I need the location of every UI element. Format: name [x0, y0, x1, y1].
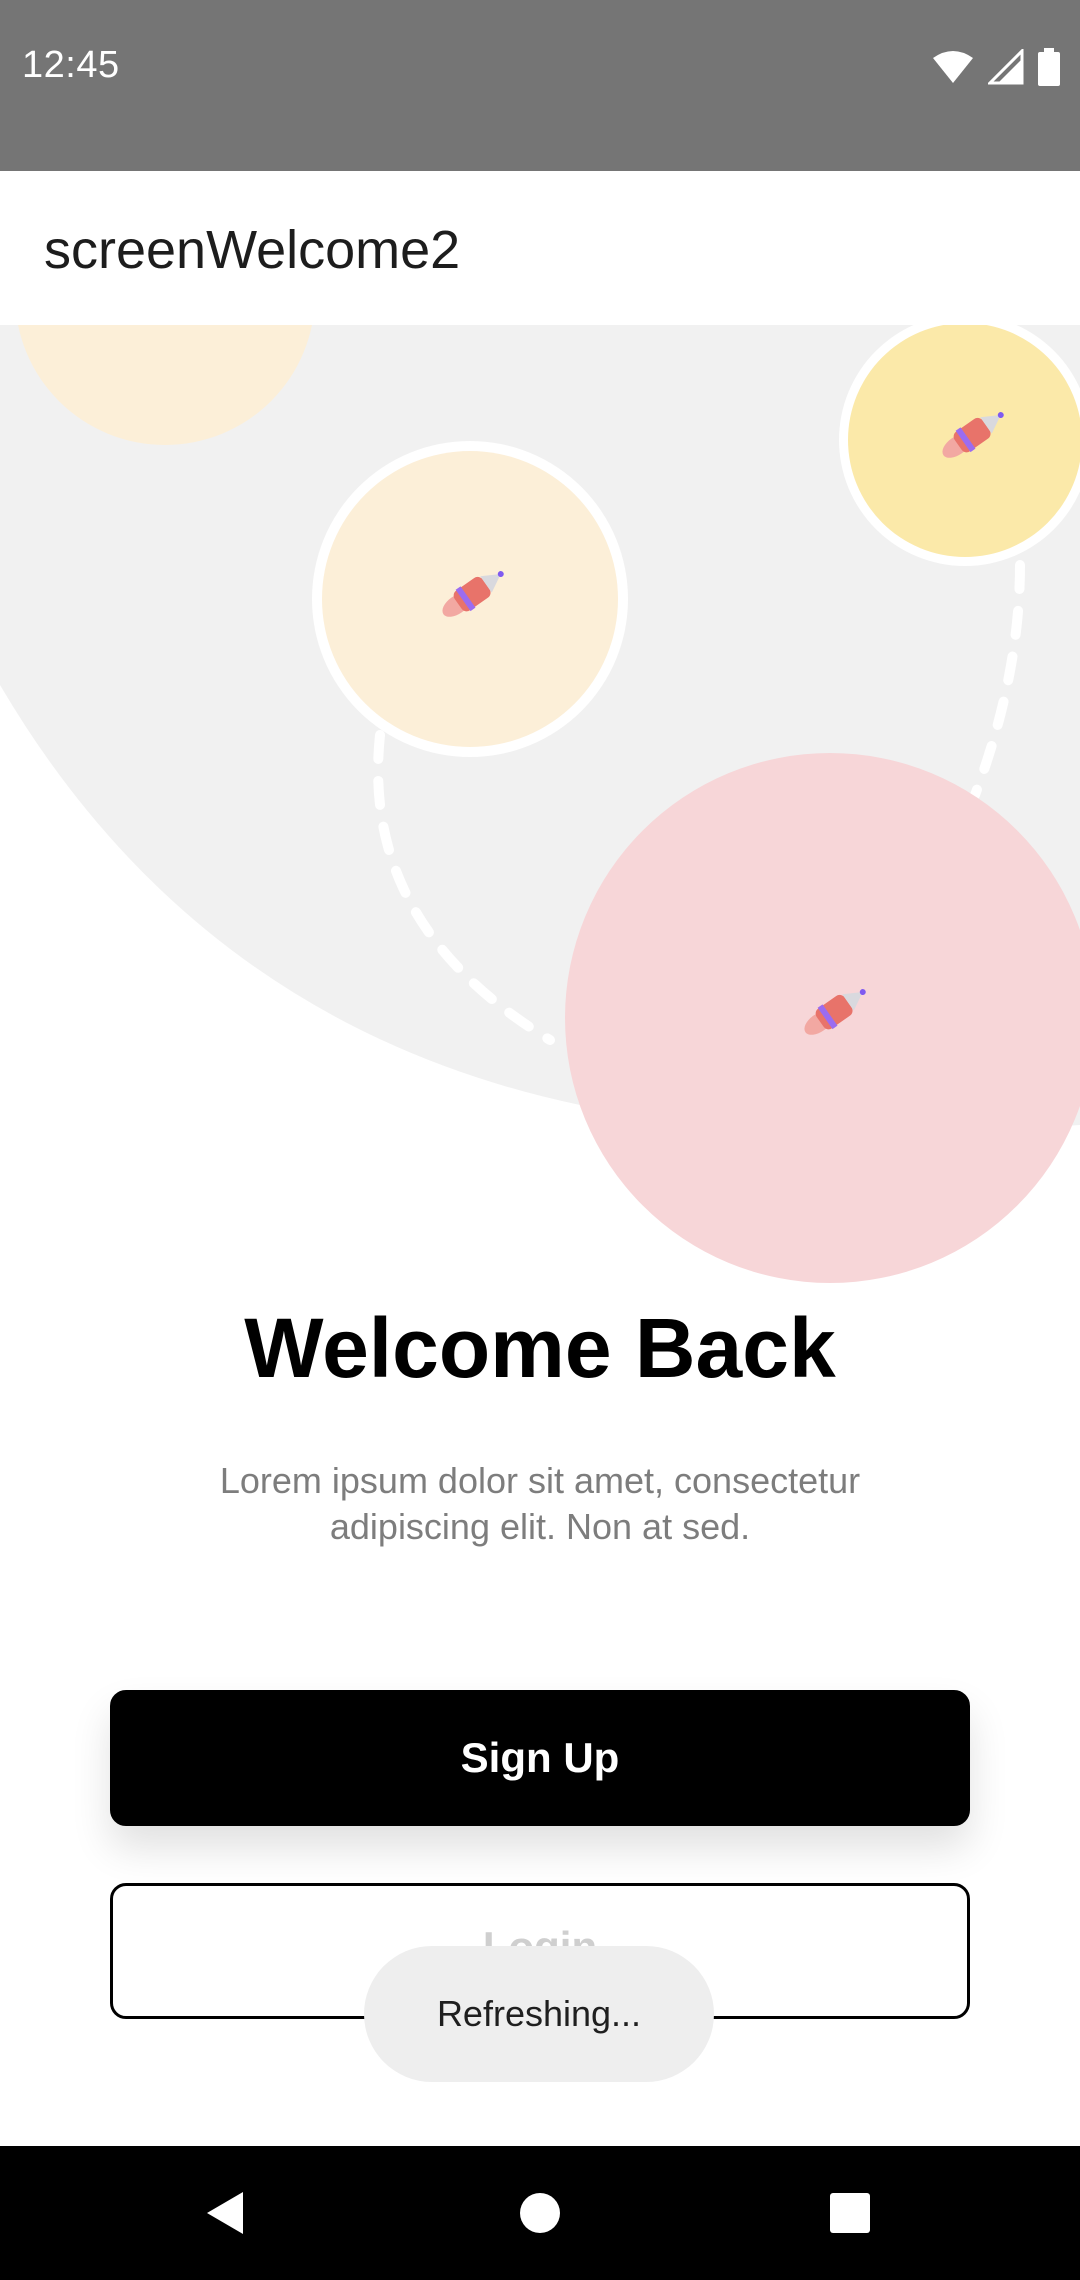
recents-icon[interactable]: [829, 2192, 871, 2234]
navigation-bar: [0, 2146, 1080, 2280]
battery-icon: [1038, 48, 1060, 86]
welcome-subtitle: Lorem ipsum dolor sit amet, consectetur …: [160, 1458, 920, 1550]
status-bar: 12:45: [0, 0, 1080, 171]
status-icons: [932, 46, 1060, 88]
back-icon[interactable]: [203, 2190, 249, 2236]
status-time: 12:45: [22, 44, 120, 86]
subtitle-line-1: Lorem ipsum dolor sit amet, consectetur: [219, 1460, 861, 1501]
app-bar: screenWelcome2: [0, 171, 1080, 325]
subtitle-line-2: adipiscing elit. Non at sed.: [329, 1506, 751, 1547]
toast-message: Refreshing...: [436, 1993, 642, 2034]
hero-graphic: [0, 325, 1080, 1283]
refreshing-toast: Refreshing...: [364, 1946, 714, 2082]
hero-illustration: [0, 325, 1080, 1300]
sign-up-button[interactable]: Sign Up: [110, 1690, 970, 1826]
app-title: screenWelcome2: [44, 220, 461, 280]
welcome-title: Welcome Back: [244, 1301, 836, 1395]
sign-up-label: Sign Up: [460, 1734, 620, 1781]
wifi-icon: [933, 51, 973, 83]
home-icon[interactable]: [518, 2191, 562, 2235]
signal-icon: [988, 49, 1024, 85]
